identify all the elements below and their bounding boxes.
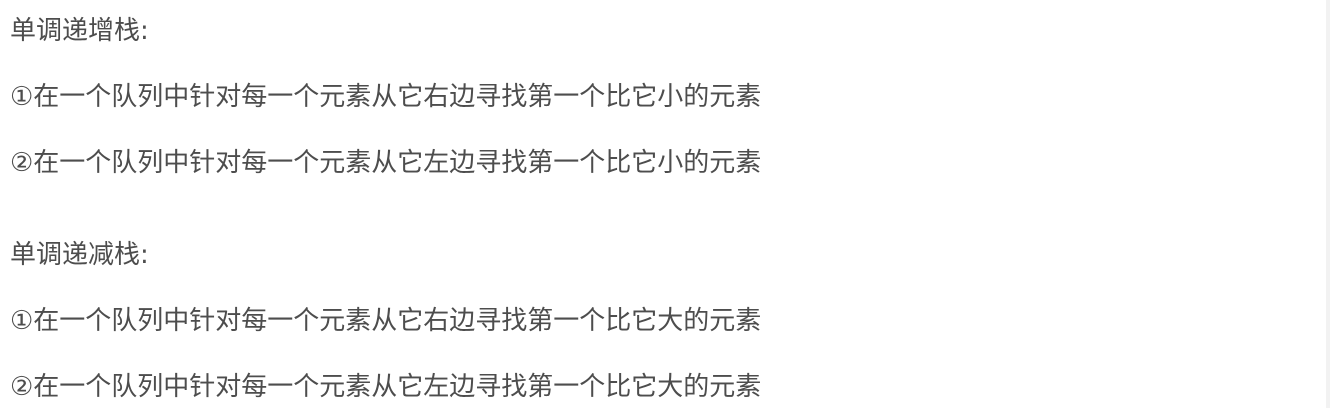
decreasing-stack-heading: 单调递减栈:	[10, 240, 149, 270]
increasing-stack-item-1: ①在一个队列中针对每一个元素从它右边寻找第一个比它小的元素	[10, 82, 762, 112]
increasing-stack-heading: 单调递增栈:	[10, 16, 149, 46]
decreasing-stack-item-1: ①在一个队列中针对每一个元素从它右边寻找第一个比它大的元素	[10, 306, 762, 336]
decreasing-stack-item-2: ②在一个队列中针对每一个元素从它左边寻找第一个比它大的元素	[10, 372, 762, 402]
page-edge-divider	[1326, 0, 1330, 408]
increasing-stack-item-2: ②在一个队列中针对每一个元素从它左边寻找第一个比它小的元素	[10, 148, 762, 178]
